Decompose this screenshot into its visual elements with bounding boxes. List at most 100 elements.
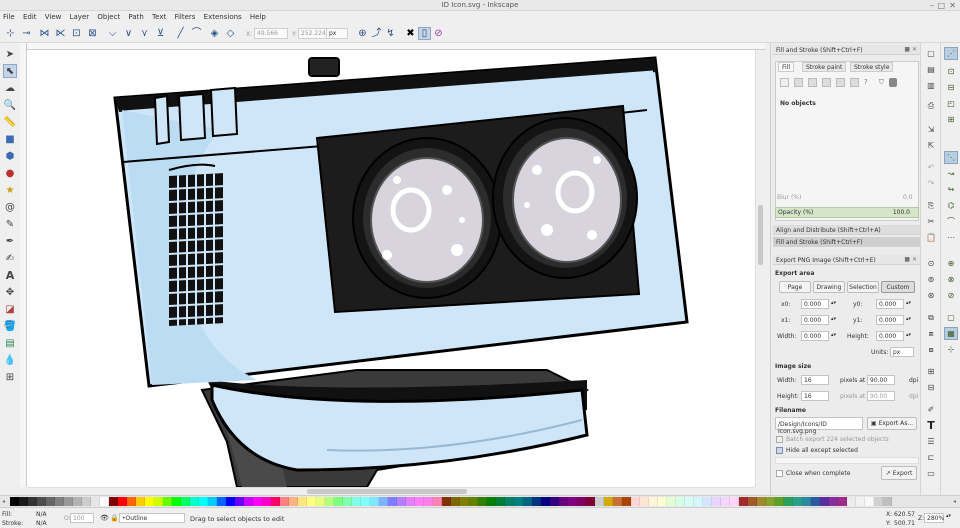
palette-swatch[interactable] <box>865 497 874 506</box>
palette-swatch[interactable] <box>442 497 451 506</box>
palette-swatch[interactable] <box>766 497 775 506</box>
fill-stroke-panel-header[interactable]: Fill and Stroke (Shift+Ctrl+F) ■ ✕ <box>773 45 920 55</box>
snap-intersection-icon[interactable]: ↬ <box>944 183 958 196</box>
group-icon[interactable]: ⊞ <box>924 365 938 378</box>
palette-swatch[interactable] <box>343 497 352 506</box>
zoom-stepper-icon[interactable]: ▴▾ <box>946 513 951 519</box>
palette-swatch[interactable] <box>559 497 568 506</box>
palette-swatch[interactable] <box>325 497 334 506</box>
calligraphy-tool-icon[interactable]: ✍ <box>3 251 17 265</box>
x1-stepper-icon[interactable]: ▴▾ <box>831 316 836 322</box>
palette-swatch[interactable] <box>19 497 28 506</box>
ellipse-tool-icon[interactable]: ● <box>3 166 17 180</box>
palette-swatch[interactable] <box>91 497 100 506</box>
node-smooth-icon[interactable]: ∨ <box>122 27 135 40</box>
palette-swatch[interactable] <box>712 497 721 506</box>
menu-filters[interactable]: Filters <box>171 11 198 23</box>
palette-swatch[interactable] <box>811 497 820 506</box>
unset-paint-icon[interactable]: ⛉ <box>879 78 884 92</box>
palette-swatch[interactable] <box>433 497 442 506</box>
horizontal-scroll-thumb[interactable] <box>307 489 467 494</box>
export-as-button[interactable]: ▣ Export As... <box>867 417 917 430</box>
align-icon[interactable]: ▭ <box>924 467 938 480</box>
palette-swatch[interactable] <box>748 497 757 506</box>
palette-swatch[interactable] <box>451 497 460 506</box>
palette-swatch[interactable] <box>523 497 532 506</box>
menu-layer[interactable]: Layer <box>67 11 93 23</box>
layers-icon[interactable]: ☰ <box>924 435 938 448</box>
export-button[interactable]: ↗ Export <box>881 466 917 480</box>
palette-swatch[interactable] <box>883 497 892 506</box>
palette-swatch[interactable] <box>55 497 64 506</box>
fill-stroke-collapsed-header[interactable]: Fill and Stroke (Shift+Ctrl+F) <box>773 237 920 247</box>
palette-swatch[interactable] <box>478 497 487 506</box>
palette-swatch[interactable] <box>82 497 91 506</box>
palette-swatch[interactable] <box>802 497 811 506</box>
palette-swatch[interactable] <box>415 497 424 506</box>
tab-stroke-style[interactable]: Stroke style <box>850 62 894 72</box>
opacity-slider[interactable]: Opacity (%) 100.0 <box>775 207 919 218</box>
height-input[interactable]: 0.000 <box>876 331 904 341</box>
new-document-icon[interactable]: ▢ <box>924 47 938 60</box>
palette-swatch[interactable] <box>730 497 739 506</box>
mask-icon[interactable]: ✖ <box>404 27 417 40</box>
palette-swatch[interactable] <box>253 497 262 506</box>
tab-stroke-paint[interactable]: Stroke paint <box>802 62 847 72</box>
y0-stepper-icon[interactable]: ▴▾ <box>906 300 911 306</box>
palette-swatch[interactable] <box>46 497 55 506</box>
snap-bbox-icon[interactable]: ⊡ <box>944 65 958 78</box>
palette-swatch[interactable] <box>361 497 370 506</box>
y1-input[interactable]: 0.000 <box>876 315 904 325</box>
palette-swatch[interactable] <box>640 497 649 506</box>
delete-node-icon[interactable]: ⊸ <box>20 27 33 40</box>
x-coordinate-input[interactable]: 49.566 <box>254 28 288 39</box>
zoom-page-icon[interactable]: ⊛ <box>924 289 938 302</box>
palette-swatch[interactable] <box>874 497 883 506</box>
menu-path[interactable]: Path <box>125 11 146 23</box>
palette-swatch[interactable] <box>262 497 271 506</box>
palette-swatch[interactable] <box>739 497 748 506</box>
tab-fill[interactable]: Fill <box>778 62 795 72</box>
zoom-selection-icon[interactable]: ⊙ <box>924 257 938 270</box>
palette-swatch[interactable] <box>694 497 703 506</box>
palette-swatch[interactable] <box>586 497 595 506</box>
palette-swatch[interactable] <box>352 497 361 506</box>
area-selection-button[interactable]: Selection <box>847 281 879 293</box>
palette-swatch[interactable] <box>793 497 802 506</box>
duplicate-icon[interactable]: ⧉ <box>924 311 938 324</box>
palette-swatch[interactable] <box>550 497 559 506</box>
node-symmetric-icon[interactable]: ⋎ <box>138 27 151 40</box>
vertical-scroll-thumb[interactable] <box>758 205 763 265</box>
bucket-tool-icon[interactable]: 🪣 <box>3 319 17 333</box>
menu-object[interactable]: Object <box>94 11 123 23</box>
image-width-input[interactable]: 16 <box>801 375 829 385</box>
blur-value[interactable]: 0.0 <box>903 194 913 201</box>
snap-text-baseline-icon[interactable]: ⊘ <box>944 289 958 302</box>
horizontal-scrollbar[interactable] <box>27 487 755 495</box>
palette-swatch[interactable] <box>199 497 208 506</box>
clone-icon[interactable]: ⧈ <box>924 327 938 340</box>
stroke-to-path-icon[interactable]: ◇ <box>224 27 237 40</box>
zoom-drawing-icon[interactable]: ⊚ <box>924 273 938 286</box>
spray-tool-icon[interactable]: ✥ <box>3 285 17 299</box>
palette-swatch[interactable] <box>469 497 478 506</box>
palette-swatch[interactable] <box>514 497 523 506</box>
no-paint-icon[interactable] <box>780 78 789 87</box>
menu-extensions[interactable]: Extensions <box>201 11 245 23</box>
palette-swatch[interactable] <box>244 497 253 506</box>
snap-guide-icon[interactable]: ⊹ <box>944 343 958 356</box>
palette-swatch[interactable] <box>280 497 289 506</box>
snap-bbox-midpoint-icon[interactable]: ⊞ <box>944 113 958 126</box>
export-close-icon[interactable]: ■ ✕ <box>904 256 917 263</box>
object-to-path-icon[interactable]: ◈ <box>208 27 221 40</box>
palette-swatch[interactable] <box>190 497 199 506</box>
palette-swatch[interactable] <box>145 497 154 506</box>
palette-swatch[interactable] <box>271 497 280 506</box>
vertical-ruler[interactable] <box>20 43 27 487</box>
menu-help[interactable]: Help <box>247 11 269 23</box>
palette-menu-icon[interactable]: ◂ <box>953 498 956 505</box>
palette-swatch[interactable] <box>532 497 541 506</box>
palette-swatch[interactable] <box>388 497 397 506</box>
snap-bbox-corner-icon[interactable]: ◰ <box>944 97 958 110</box>
palette-swatch[interactable] <box>28 497 37 506</box>
